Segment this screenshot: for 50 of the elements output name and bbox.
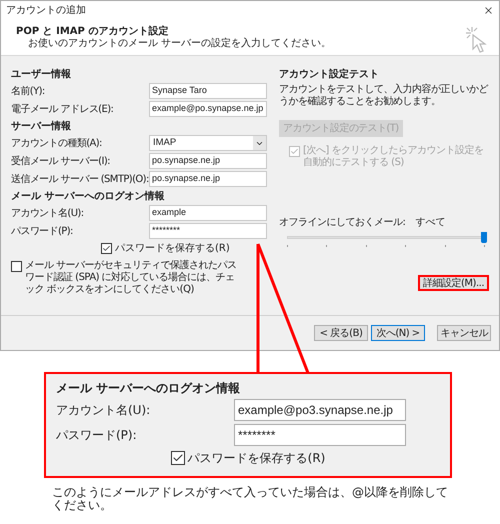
window-title: アカウントの追加: [6, 4, 86, 18]
checkbox-label: メール サーバーがセキュリティで保護されたパスワード認証 (SPA) に対応している場合には、チェック ボックスをオンにしてください(Q): [25, 260, 238, 296]
input-field[interactable]: po.synapse.ne.jp: [149, 153, 267, 169]
field-label: アカウントの種類(A):: [11, 136, 103, 150]
offline-label: オフラインにしておくメール:: [279, 216, 406, 230]
advanced-settings-button[interactable]: 詳細設定(M)...: [418, 275, 489, 291]
slider-thumb[interactable]: [481, 232, 487, 243]
test-description: アカウントをテストして、入力内容が正しいかどうかを確認することをお勧めします。: [279, 84, 489, 108]
dialog-button[interactable]: < 戻る(B): [314, 325, 368, 341]
input-field[interactable]: ********: [234, 424, 406, 446]
offline-value: すべて: [415, 216, 446, 230]
account-type-dropdown[interactable]: IMAP: [149, 135, 267, 151]
field-label: アカウント名(U):: [56, 402, 152, 418]
field-label: パスワード(P):: [11, 224, 74, 238]
section-heading: ユーザー情報: [11, 68, 72, 82]
checkbox-label: パスワードを保存する(R): [115, 242, 230, 256]
checkbox[interactable]: [170, 451, 185, 465]
input-field[interactable]: example: [149, 205, 267, 221]
field-label: 名前(Y):: [11, 84, 46, 98]
close-icon[interactable]: [483, 4, 494, 16]
section-heading: アカウント設定テスト: [279, 67, 380, 82]
slider-tick: [405, 245, 406, 247]
check-icon: [102, 244, 111, 252]
field-label: 送信メール サーバー (SMTP)(O):: [11, 172, 149, 186]
header-subtitle: お使いのアカウントのメール サーバーの設定を入力してください。: [27, 38, 332, 50]
input-field[interactable]: example@po.synapse.ne.jp: [149, 101, 267, 117]
checkbox-label: [次へ] をクリックしたらアカウント設定を自動的にテストする (S): [303, 145, 484, 169]
field-label: アカウント名(U):: [11, 206, 84, 220]
input-field[interactable]: example@po3.synapse.ne.jp: [234, 398, 406, 420]
section-heading: メール サーバーへのログオン情報: [11, 190, 166, 204]
slider-tick: [366, 245, 367, 247]
dialog-button[interactable]: キャンセル: [437, 325, 491, 341]
field-label: 受信メール サーバー(I):: [11, 154, 111, 168]
checkbox[interactable]: [101, 242, 112, 254]
slider-tick: [484, 245, 485, 247]
slider-tick: [287, 245, 288, 247]
callout-heading: メール サーバーへのログオン情報: [56, 380, 242, 397]
dialog-button[interactable]: 次へ(N) >: [371, 325, 425, 341]
input-field[interactable]: po.synapse.ne.jp: [149, 171, 267, 187]
field-label: 電子メール アドレス(E):: [11, 102, 114, 116]
input-field[interactable]: ********: [149, 223, 267, 239]
checkbox-label: パスワードを保存する(R): [188, 450, 326, 467]
section-heading: サーバー情報: [11, 120, 72, 134]
header-title: POP と IMAP のアカウント設定: [16, 26, 170, 38]
field-label: パスワード(P):: [56, 426, 138, 444]
check-icon: [290, 147, 299, 156]
input-field[interactable]: Synapse Taro: [149, 83, 267, 99]
note-text: このようにメールアドレスがすべて入っていた場合は、@以降を削除してください。: [52, 486, 449, 512]
check-icon: [172, 452, 184, 464]
checkbox[interactable]: [11, 261, 22, 272]
